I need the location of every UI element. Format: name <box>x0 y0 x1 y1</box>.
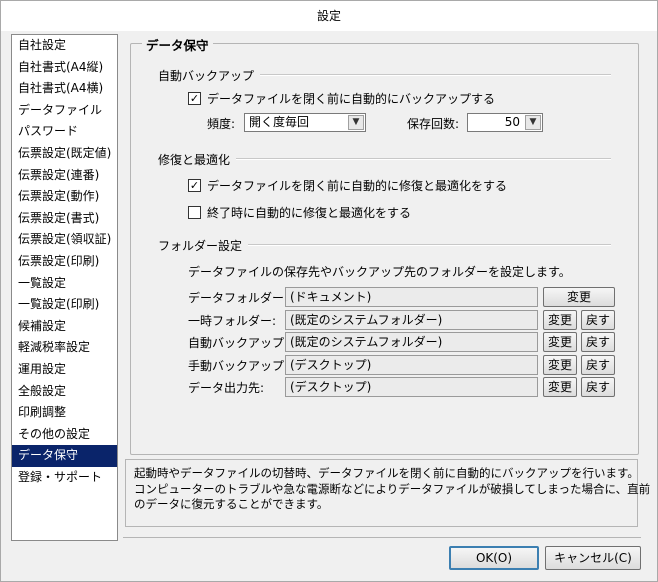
count-label: 保存回数: <box>407 117 460 131</box>
folder-path-field: (既定のシステムフォルダー) <box>285 310 538 330</box>
panel-title: データ保守 <box>142 35 213 54</box>
reset-folder-button[interactable]: 戻す <box>581 332 615 352</box>
sidebar-item[interactable]: 伝票設定(動作) <box>12 186 117 208</box>
sidebar-item[interactable]: 候補設定 <box>12 316 117 338</box>
chevron-down-icon[interactable]: ▼ <box>348 115 364 130</box>
repair-before-close-checkbox[interactable]: ✓ データファイルを閉く前に自動的に修復と最適化をする <box>188 177 507 194</box>
folder-section-title: フォルダー設定 <box>158 237 249 254</box>
sidebar-item[interactable]: 伝票設定(既定値) <box>12 143 117 165</box>
footer-separator <box>123 537 641 538</box>
checkbox-checked-icon[interactable]: ✓ <box>188 179 201 192</box>
sidebar-item[interactable]: 一覧設定 <box>12 273 117 295</box>
folder-path-field: (デスクトップ) <box>285 355 538 375</box>
auto-backup-section-title: 自動バックアップ <box>158 67 261 84</box>
folder-row-label: 手動バックアップ: <box>188 359 289 373</box>
change-folder-button[interactable]: 変更 <box>543 287 615 307</box>
folder-row-label: データ出力先: <box>188 381 265 395</box>
sidebar-item[interactable]: 一覧設定(印刷) <box>12 294 117 316</box>
sidebar-item[interactable]: 全般設定 <box>12 381 117 403</box>
folder-row-label: 自動バックアップ: <box>188 336 289 350</box>
sidebar-item[interactable]: 自社書式(A4縦) <box>12 57 117 79</box>
sidebar-item[interactable]: 軽減税率設定 <box>12 337 117 359</box>
auto-backup-checkbox-label: データファイルを閉く前に自動的にバックアップする <box>207 92 496 106</box>
sidebar-item[interactable]: パスワード <box>12 121 117 143</box>
auto-backup-checkbox[interactable]: ✓ データファイルを閉く前に自動的にバックアップする <box>188 90 495 107</box>
folder-path-field: (既定のシステムフォルダー) <box>285 332 538 352</box>
sidebar-item[interactable]: 運用設定 <box>12 359 117 381</box>
frequency-label: 頻度: <box>207 117 236 131</box>
settings-dialog: 設定 自社設定 自社書式(A4縦) 自社書式(A4横) データファイル パスワード 伝票設… <box>0 0 658 582</box>
folder-row-label: 一時フォルダー: <box>188 314 277 328</box>
repair-on-exit-label: 終了時に自動的に修復と最適化をする <box>207 206 412 220</box>
folder-path-field: (ドキュメント) <box>285 287 538 307</box>
reset-folder-button[interactable]: 戻す <box>581 310 615 330</box>
frequency-value: 開く度毎回 <box>249 115 310 129</box>
folder-description: データファイルの保存先やバックアップ先のフォルダーを設定します。 <box>188 265 571 279</box>
folder-row-label: データフォルダー: <box>188 291 289 305</box>
chevron-down-icon[interactable]: ▼ <box>525 115 541 130</box>
change-folder-button[interactable]: 変更 <box>543 332 577 352</box>
help-line: 起動時やデータファイルの切替時、データファイルを閉く前に自動的にバックアップを行… <box>134 466 639 480</box>
count-value: 50 <box>504 115 520 129</box>
sidebar-item[interactable]: 伝票設定(領収証) <box>12 229 117 251</box>
repair-before-close-label: データファイルを閉く前に自動的に修復と最適化をする <box>207 179 508 193</box>
sidebar-item[interactable]: データ保守 <box>12 445 117 467</box>
settings-category-list[interactable]: 自社設定 自社書式(A4縦) 自社書式(A4横) データファイル パスワード 伝票設定(既… <box>11 34 118 541</box>
count-select[interactable]: 50 ▼ <box>467 113 543 132</box>
reset-folder-button[interactable]: 戻す <box>581 355 615 375</box>
checkbox-unchecked-icon[interactable] <box>188 206 201 219</box>
sidebar-item[interactable]: その他の設定 <box>12 424 117 446</box>
sidebar-item[interactable]: 自社書式(A4横) <box>12 78 117 100</box>
help-line: コンピューターのトラブルや急な電源断などによりデータファイルが破損してしまった場… <box>134 481 651 496</box>
window-title: 設定 <box>1 1 657 31</box>
change-folder-button[interactable]: 変更 <box>543 310 577 330</box>
sidebar-item[interactable]: データファイル <box>12 100 117 122</box>
cancel-button[interactable]: キャンセル(C) <box>545 546 641 570</box>
sidebar-item[interactable]: 登録・サポート <box>12 467 117 489</box>
reset-folder-button[interactable]: 戻す <box>581 377 615 397</box>
help-line: のデータに復元することができます。 <box>134 497 329 511</box>
sidebar-item[interactable]: 自社設定 <box>12 35 117 57</box>
repair-section-title: 修復と最適化 <box>158 151 237 168</box>
help-description-box: 起動時やデータファイルの切替時、データファイルを閉く前に自動的にバックアップを行… <box>125 459 651 527</box>
frequency-select[interactable]: 開く度毎回 ▼ <box>244 113 366 132</box>
folder-path-field: (デスクトップ) <box>285 377 538 397</box>
change-folder-button[interactable]: 変更 <box>543 355 577 375</box>
sidebar-item[interactable]: 伝票設定(書式) <box>12 208 117 230</box>
sidebar-item[interactable]: 伝票設定(連番) <box>12 165 117 187</box>
change-folder-button[interactable]: 変更 <box>543 377 577 397</box>
sidebar-item[interactable]: 印刷調整 <box>12 402 117 424</box>
checkbox-checked-icon[interactable]: ✓ <box>188 92 201 105</box>
repair-on-exit-checkbox[interactable]: 終了時に自動的に修復と最適化をする <box>188 204 411 221</box>
sidebar-item[interactable]: 伝票設定(印刷) <box>12 251 117 273</box>
ok-button[interactable]: OK(O) <box>449 546 539 570</box>
